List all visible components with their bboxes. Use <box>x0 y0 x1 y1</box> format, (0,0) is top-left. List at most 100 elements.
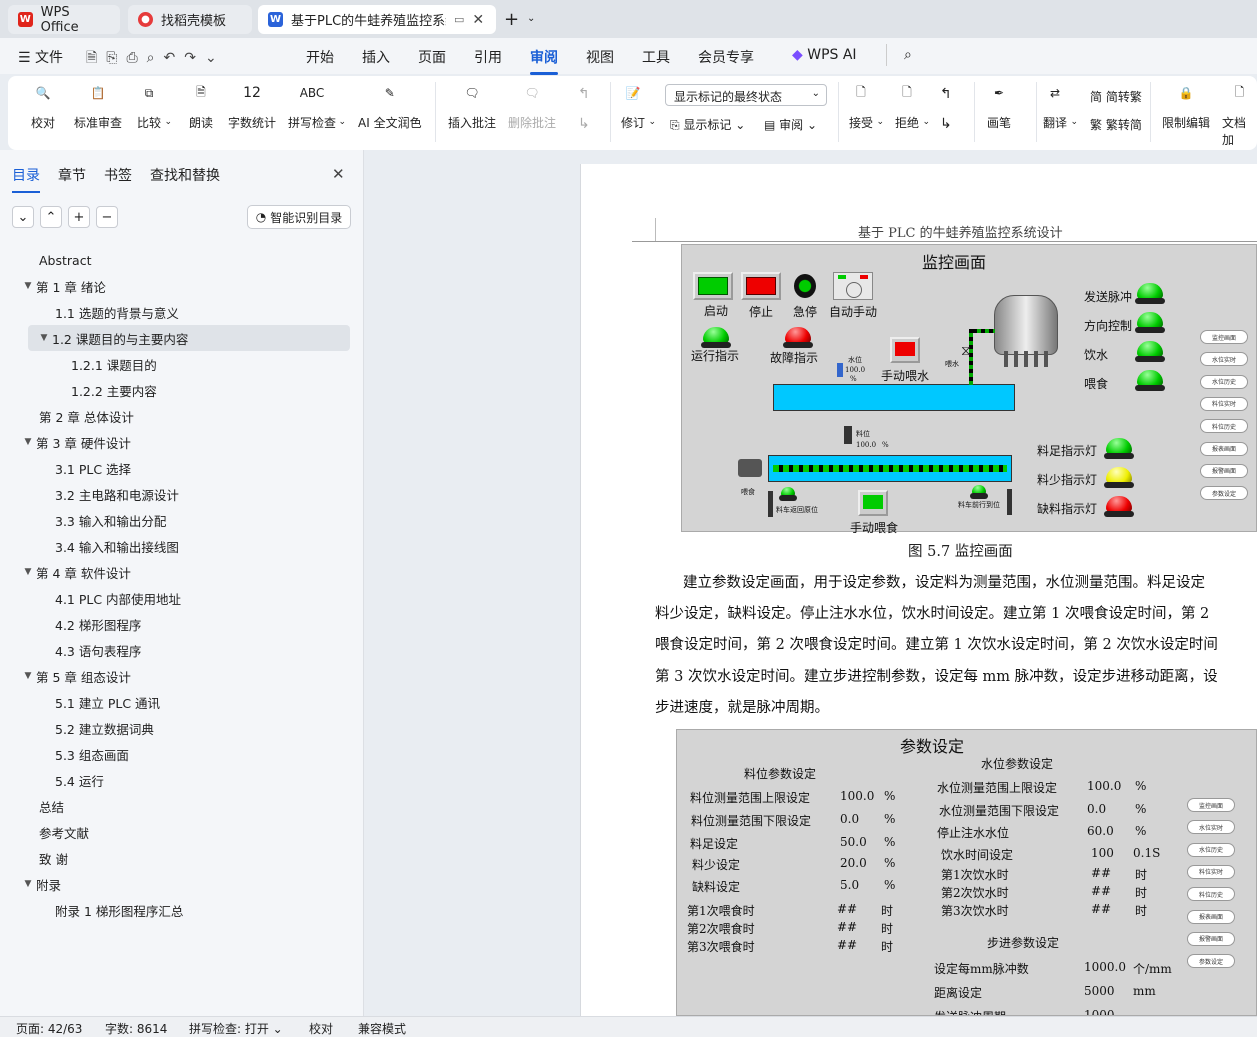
toc-item[interactable]: 5.2 建立数据词典 <box>0 715 364 741</box>
toc-item[interactable]: 参考文献 <box>0 819 364 845</box>
toc-item[interactable]: 5.1 建立 PLC 通讯 <box>0 689 364 715</box>
compare-button[interactable]: ⧉ 比较 ⌄ <box>136 80 172 131</box>
expand-arrow-icon[interactable]: ▼ <box>21 671 35 681</box>
screen-nav-button[interactable]: 报警画面 <box>1187 931 1235 946</box>
toc-item[interactable]: 致 谢 <box>0 845 364 871</box>
menu-insert[interactable]: 插入 <box>362 47 390 67</box>
doc-encrypt-button[interactable]: 🗋 文档加 <box>1222 80 1257 148</box>
tab-chapters[interactable]: 章节 <box>58 165 86 185</box>
toc-item[interactable]: Abstract <box>0 247 364 273</box>
toc-item[interactable]: 4.2 梯形图程序 <box>0 611 364 637</box>
screen-nav-button[interactable]: 报警画面 <box>1200 463 1248 478</box>
review-pane-button[interactable]: ▤ 审阅 ⌄ <box>764 116 817 133</box>
toc-item[interactable]: ▼ 第 5 章 组态设计 <box>0 663 364 689</box>
to-traditional-button[interactable]: 简 简转繁 <box>1090 88 1142 105</box>
toc-item[interactable]: 第 2 章 总体设计 <box>0 403 364 429</box>
proof-status[interactable]: 校对 <box>309 1020 333 1037</box>
toc-item[interactable]: 3.1 PLC 选择 <box>0 455 364 481</box>
expand-arrow-icon[interactable]: ▼ <box>21 281 35 291</box>
toc-item[interactable]: 3.3 输入和输出分配 <box>0 507 364 533</box>
expand-arrow-icon[interactable]: ▼ <box>21 567 35 577</box>
tab-document[interactable]: W 基于PLC的牛蛙养殖监控系统设计 ▭ ✕ <box>258 5 496 34</box>
menu-view[interactable]: 视图 <box>586 47 614 67</box>
stop-button[interactable] <box>741 272 781 300</box>
toc-item[interactable]: 5.3 组态画面 <box>0 741 364 767</box>
revise-button[interactable]: 📝 修订 ⌄ <box>620 80 656 131</box>
prev-comment-icon[interactable]: ↰ <box>578 86 590 102</box>
file-menu[interactable]: ☰ 文件 <box>18 47 63 67</box>
screen-nav-button[interactable]: 水位实时 <box>1200 352 1248 367</box>
menu-page[interactable]: 页面 <box>418 47 446 67</box>
toc-item[interactable]: 4.1 PLC 内部使用地址 <box>0 585 364 611</box>
start-button[interactable] <box>693 272 733 300</box>
toc-item[interactable]: 附录 1 梯形图程序汇总 <box>0 897 364 923</box>
expand-down-icon[interactable]: ⌄ <box>12 206 34 228</box>
to-simplified-button[interactable]: 繁 繁转简 <box>1090 116 1142 133</box>
menu-reference[interactable]: 引用 <box>474 47 502 67</box>
menu-tools[interactable]: 工具 <box>642 47 670 67</box>
markup-select[interactable]: 显示标记的最终状态 ⌄ <box>665 84 827 106</box>
next-comment-icon[interactable]: ↳ <box>578 116 590 132</box>
toc-item[interactable]: 1.2.1 课题目的 <box>0 351 364 377</box>
restrict-edit-button[interactable]: 🔒 限制编辑 <box>1162 80 1210 131</box>
ai-polish-button[interactable]: ✎ AI 全文润色 <box>358 80 422 131</box>
menu-member[interactable]: 会员专享 <box>698 47 754 67</box>
new-tab-icon[interactable]: + <box>504 9 519 30</box>
spell-status[interactable]: 拼写检查: 打开 ⌄ <box>189 1020 283 1037</box>
screen-nav-button[interactable]: 监控画面 <box>1187 798 1235 812</box>
screen-nav-button[interactable]: 水位历史 <box>1187 842 1235 857</box>
manual-feed-button[interactable] <box>858 490 888 516</box>
search-icon[interactable]: ⌕ <box>904 47 912 63</box>
quick-access-icons[interactable]: 🗎⎘⎙⌕↶↷⌄ <box>86 47 226 71</box>
toc-item[interactable]: 5.4 运行 <box>0 767 364 793</box>
toc-item[interactable]: ▼ 第 3 章 硬件设计 <box>0 429 364 455</box>
expand-arrow-icon[interactable]: ▼ <box>21 437 35 447</box>
toc-item[interactable]: 1.2.2 主要内容 <box>0 377 364 403</box>
toc-item[interactable]: ▼ 附录 <box>0 871 364 897</box>
screen-nav-button[interactable]: 水位实时 <box>1187 820 1235 835</box>
translate-button[interactable]: ⇄ 翻译 ⌄ <box>1042 80 1078 131</box>
accept-button[interactable]: 🗋 接受 ⌄ <box>848 80 884 131</box>
reject-button[interactable]: 🗋 拒绝 ⌄ <box>894 80 930 131</box>
toc-item[interactable]: 总结 <box>0 793 364 819</box>
tab-wps-office[interactable]: W WPS Office <box>8 5 120 35</box>
smart-toc-button[interactable]: ◔ 智能识别目录 <box>247 205 351 229</box>
toc-item[interactable]: 4.3 语句表程序 <box>0 637 364 663</box>
word-count-button[interactable]: 12 字数统计 <box>228 80 276 131</box>
manual-water-button[interactable] <box>890 337 920 363</box>
spell-check-button[interactable]: ABC 拼写检查 ⌄ <box>288 80 346 131</box>
tab-docer[interactable]: ● 找稻壳模板 <box>128 5 252 34</box>
tab-toc[interactable]: 目录 <box>12 165 40 193</box>
screen-nav-button[interactable]: 料位历史 <box>1187 887 1235 902</box>
page-indicator[interactable]: 页面: 42/63 <box>16 1020 82 1037</box>
screen-nav-button[interactable]: 料位历史 <box>1200 419 1248 434</box>
tab-bookmarks[interactable]: 书签 <box>104 165 132 185</box>
estop-button[interactable] <box>794 274 816 298</box>
menu-review[interactable]: 审阅 <box>530 47 558 75</box>
read-aloud-button[interactable]: 🗎 朗读 <box>188 80 214 131</box>
toc-item[interactable]: 3.4 输入和输出接线图 <box>0 533 364 559</box>
word-count[interactable]: 字数: 8614 <box>105 1020 167 1037</box>
close-tab-icon[interactable]: ✕ <box>472 12 484 28</box>
auto-manual-switch[interactable] <box>833 272 873 300</box>
show-markup-button[interactable]: ⎘ 显示标记 ⌄ <box>670 116 745 133</box>
toc-item[interactable]: ▼ 第 1 章 绪论 <box>0 273 364 299</box>
next-change-icon[interactable]: ↳ <box>940 116 952 132</box>
toc-item[interactable]: ▼ 1.2 课题目的与主要内容 <box>28 325 350 351</box>
proof-button[interactable]: 🔍 校对 <box>30 80 56 131</box>
collapse-up-icon[interactable]: ⌃ <box>40 206 62 228</box>
add-level-icon[interactable]: + <box>68 206 90 228</box>
remove-level-icon[interactable]: − <box>96 206 118 228</box>
screen-nav-button[interactable]: 报表画面 <box>1200 441 1248 456</box>
expand-arrow-icon[interactable]: ▼ <box>21 879 35 889</box>
screen-nav-button[interactable]: 水位历史 <box>1200 374 1248 389</box>
screen-nav-button[interactable]: 参数设定 <box>1187 954 1235 969</box>
menu-wps-ai[interactable]: ◆ WPS AI <box>792 47 857 63</box>
chevron-down-icon[interactable]: ⌄ <box>527 13 535 24</box>
screen-nav-button[interactable]: 监控画面 <box>1200 330 1248 344</box>
delete-comment-button[interactable]: 🗨 删除批注 <box>508 80 556 131</box>
pen-button[interactable]: ✒ 画笔 <box>986 80 1012 131</box>
close-panel-icon[interactable]: ✕ <box>332 165 345 183</box>
std-review-button[interactable]: 📋 标准审查 <box>74 80 122 131</box>
insert-comment-button[interactable]: 🗨 插入批注 <box>448 80 496 131</box>
